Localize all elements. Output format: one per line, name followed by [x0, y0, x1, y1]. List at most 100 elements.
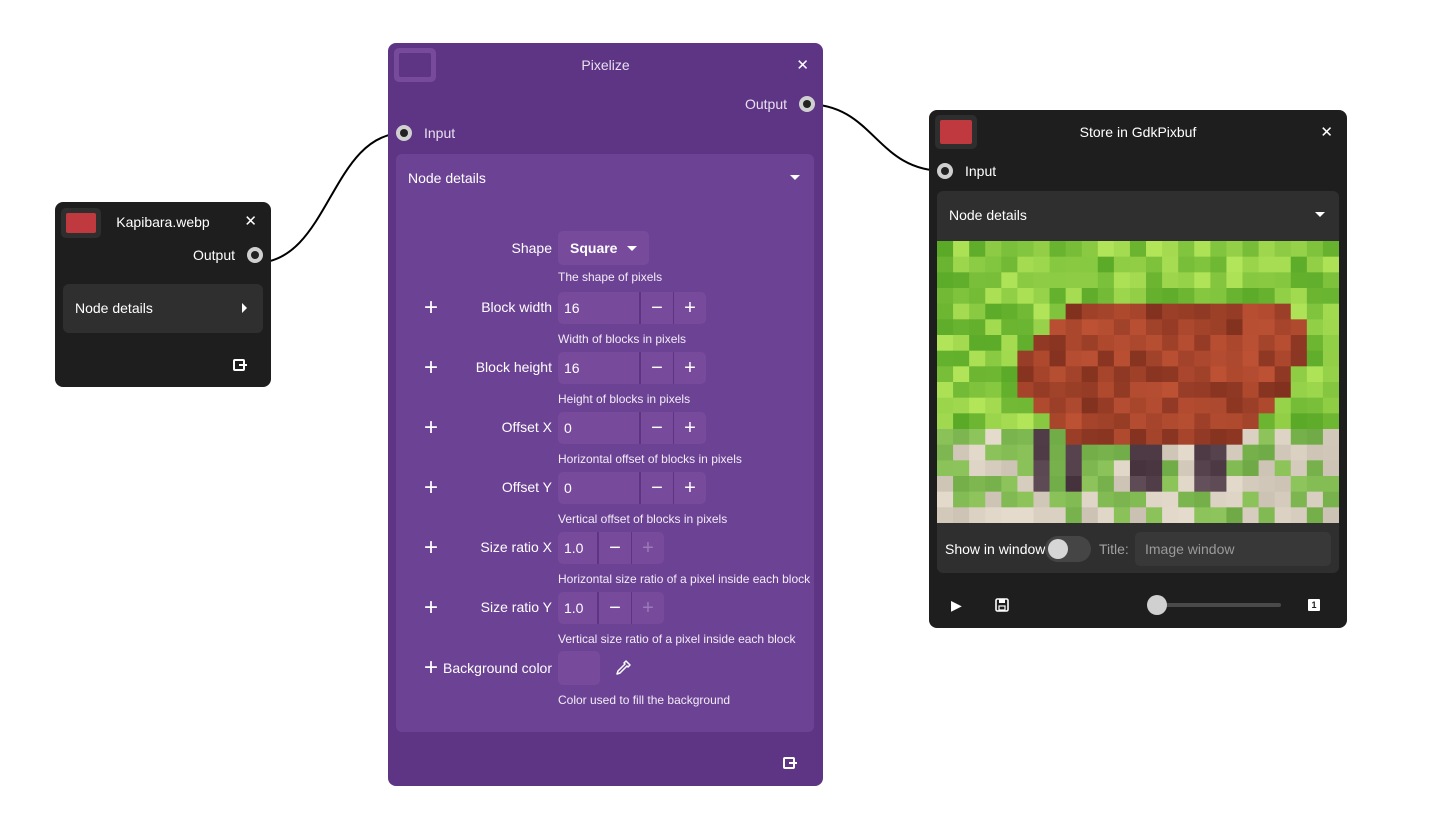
- chevron-right-icon: [242, 303, 247, 313]
- minus-icon[interactable]: −: [598, 592, 631, 624]
- property-shape: Shape Square The shape of pixels: [396, 231, 814, 291]
- add-property-button[interactable]: +: [424, 536, 438, 560]
- block-width-spinbutton[interactable]: 16 − +: [558, 292, 706, 324]
- offset-y-spinbutton[interactable]: 0 − +: [558, 472, 706, 504]
- property-label: Size ratio X: [480, 539, 552, 555]
- node-details-header[interactable]: Node details: [937, 191, 1339, 239]
- property-label: Background color: [443, 660, 552, 676]
- spin-value[interactable]: 0: [558, 472, 640, 504]
- node-header[interactable]: Pixelize ✕: [388, 43, 823, 87]
- save-icon[interactable]: [995, 598, 1009, 612]
- node-details-label: Node details: [408, 170, 486, 186]
- property-label: Offset Y: [501, 479, 552, 495]
- wire-kapibara-to-pixelize: [254, 132, 405, 264]
- spin-value[interactable]: 16: [558, 352, 640, 384]
- size-ratio-x-spinbutton[interactable]: 1.0 − +: [558, 532, 664, 564]
- property-label: Offset X: [501, 419, 552, 435]
- property-hint: Horizontal size ratio of a pixel inside …: [558, 572, 811, 586]
- property-hint: Width of blocks in pixels: [558, 332, 687, 346]
- property-block-height: + Block height 16 − + Height of blocks i…: [396, 352, 814, 412]
- eyedropper-icon[interactable]: [614, 659, 632, 677]
- frame-badge: 1: [1308, 599, 1320, 611]
- shape-value: Square: [570, 240, 618, 256]
- add-property-button[interactable]: +: [424, 416, 438, 440]
- node-details-header[interactable]: Node details: [63, 284, 263, 332]
- spin-value[interactable]: 16: [558, 292, 640, 324]
- minus-icon[interactable]: −: [598, 532, 631, 564]
- minus-icon[interactable]: −: [640, 472, 673, 504]
- property-label: Size ratio Y: [480, 599, 552, 615]
- input-label: Input: [965, 163, 997, 179]
- chevron-down-icon: [1315, 212, 1325, 217]
- minus-icon[interactable]: −: [640, 292, 673, 324]
- property-hint: Vertical offset of blocks in pixels: [558, 512, 728, 526]
- node-pixelize[interactable]: Pixelize ✕ Output Input Node details Sha…: [388, 43, 823, 786]
- minus-icon[interactable]: −: [640, 412, 673, 444]
- close-icon[interactable]: ✕: [796, 58, 809, 73]
- plus-icon[interactable]: +: [673, 472, 706, 504]
- color-swatch: [940, 120, 972, 144]
- add-property-button[interactable]: +: [424, 656, 438, 680]
- property-hint: Color used to fill the background: [558, 693, 731, 707]
- plus-icon[interactable]: +: [673, 352, 706, 384]
- input-port[interactable]: [396, 125, 412, 141]
- close-icon[interactable]: ✕: [1320, 125, 1333, 140]
- node-title: Kapibara.webp: [116, 214, 210, 230]
- close-icon[interactable]: ✕: [244, 214, 257, 229]
- property-hint: Height of blocks in pixels: [558, 392, 691, 406]
- node-header[interactable]: Store in GdkPixbuf ✕: [929, 110, 1347, 154]
- node-color-button[interactable]: [394, 48, 436, 82]
- add-property-button[interactable]: +: [424, 476, 438, 500]
- add-property-button[interactable]: +: [424, 356, 438, 380]
- property-hint: Horizontal offset of blocks in pixels: [558, 452, 742, 466]
- plus-icon[interactable]: +: [673, 292, 706, 324]
- color-swatch: [66, 213, 96, 233]
- spin-value[interactable]: 1.0: [558, 592, 598, 624]
- property-hint: Vertical size ratio of a pixel inside ea…: [558, 632, 796, 646]
- node-kapibara[interactable]: Kapibara.webp ✕ Output Node details: [55, 202, 271, 387]
- shape-dropdown[interactable]: Square: [558, 231, 649, 265]
- exit-icon[interactable]: [783, 756, 797, 773]
- property-label: Block width: [481, 299, 552, 315]
- property-label: Block height: [475, 359, 552, 375]
- show-in-window-toggle[interactable]: [1045, 536, 1091, 562]
- input-port[interactable]: [937, 163, 953, 179]
- play-icon[interactable]: ▶: [951, 597, 962, 614]
- node-details-expander[interactable]: Node details: [63, 284, 263, 333]
- node-gdkpixbuf[interactable]: Store in GdkPixbuf ✕ Input Node details …: [929, 110, 1347, 628]
- plus-icon[interactable]: +: [631, 592, 664, 624]
- add-property-button[interactable]: +: [424, 596, 438, 620]
- color-swatch: [399, 53, 431, 77]
- spin-value[interactable]: 1.0: [558, 532, 598, 564]
- node-color-button[interactable]: [61, 208, 101, 238]
- output-port-row: Output: [55, 242, 271, 268]
- frame-slider-knob[interactable]: [1147, 595, 1167, 615]
- node-color-button[interactable]: [935, 115, 977, 149]
- wire-pixelize-to-gdkpixbuf: [805, 103, 946, 172]
- background-color-button[interactable]: [558, 651, 600, 685]
- property-size-ratio-y: + Size ratio Y 1.0 − + Vertical size rat…: [396, 592, 814, 652]
- property-background-color: + Background color Color used to fill th…: [396, 651, 814, 711]
- show-in-window-label: Show in window: [945, 541, 1046, 557]
- size-ratio-y-spinbutton[interactable]: 1.0 − +: [558, 592, 664, 624]
- offset-x-spinbutton[interactable]: 0 − +: [558, 412, 706, 444]
- add-property-button[interactable]: +: [424, 296, 438, 320]
- spin-value[interactable]: 0: [558, 412, 640, 444]
- node-title: Store in GdkPixbuf: [1079, 124, 1197, 140]
- block-height-spinbutton[interactable]: 16 − +: [558, 352, 706, 384]
- node-details-header[interactable]: Node details: [396, 154, 814, 202]
- input-label: Input: [424, 125, 456, 141]
- plus-icon[interactable]: +: [631, 532, 664, 564]
- output-port[interactable]: [799, 96, 815, 112]
- frame-slider-track[interactable]: [1149, 603, 1281, 607]
- plus-icon[interactable]: +: [673, 412, 706, 444]
- title-label: Title:: [1099, 541, 1129, 557]
- output-port-row: Output: [388, 91, 823, 117]
- minus-icon[interactable]: −: [640, 352, 673, 384]
- window-title-input[interactable]: Image window: [1135, 532, 1331, 566]
- node-details-expander[interactable]: Node details Shape Square The shape of p…: [396, 154, 814, 732]
- exit-icon[interactable]: [233, 358, 247, 375]
- node-header[interactable]: Kapibara.webp ✕: [55, 202, 271, 242]
- property-hint: The shape of pixels: [558, 270, 663, 284]
- output-port[interactable]: [247, 247, 263, 263]
